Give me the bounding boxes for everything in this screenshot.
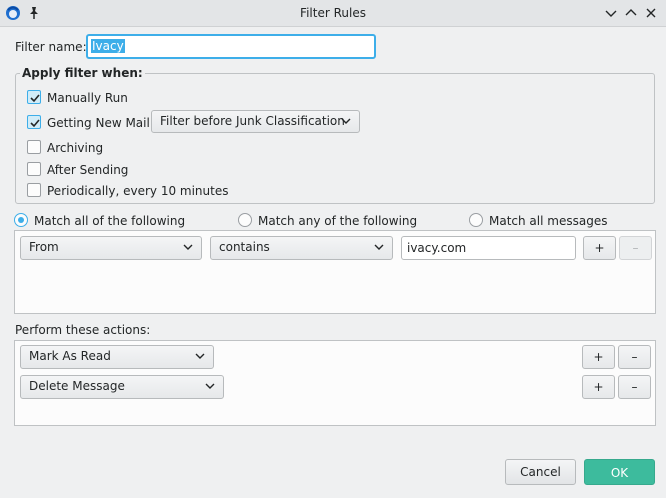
action-value-2: Delete Message bbox=[29, 379, 125, 393]
chevron-down-icon bbox=[205, 383, 215, 389]
junk-timing-value: Filter before Junk Classification bbox=[160, 114, 345, 128]
junk-timing-select[interactable]: Filter before Junk Classification bbox=[151, 110, 360, 133]
chevron-down-icon bbox=[183, 244, 193, 250]
actions-list: Mark As Read + – Delete Message + – bbox=[14, 340, 656, 426]
archiving-checkbox[interactable] bbox=[27, 140, 41, 154]
rule-field-select[interactable]: From bbox=[20, 236, 202, 260]
title-bar: Filter Rules bbox=[0, 0, 666, 27]
new-mail-checkbox[interactable] bbox=[27, 115, 41, 129]
after-sending-label: After Sending bbox=[47, 163, 129, 177]
filter-name-input[interactable]: Ivacy bbox=[86, 34, 376, 59]
chevron-down-icon bbox=[374, 244, 384, 250]
periodically-label: Periodically, every 10 minutes bbox=[47, 184, 229, 198]
chevron-down-icon bbox=[341, 118, 351, 124]
actions-label: Perform these actions: bbox=[15, 323, 151, 337]
maximize-button[interactable] bbox=[623, 5, 639, 21]
rule-value-input[interactable]: ivacy.com bbox=[401, 236, 576, 260]
match-all-messages-label: Match all messages bbox=[489, 214, 608, 228]
match-all-radio[interactable] bbox=[14, 213, 28, 227]
rules-list: From contains ivacy.com + – bbox=[14, 230, 656, 314]
remove-rule-button[interactable]: – bbox=[619, 236, 652, 260]
check-icon bbox=[30, 94, 40, 103]
close-button[interactable] bbox=[643, 5, 659, 21]
chevron-down-icon bbox=[605, 10, 617, 17]
archiving-label: Archiving bbox=[47, 141, 104, 155]
cancel-button[interactable]: Cancel bbox=[505, 459, 576, 485]
after-sending-checkbox[interactable] bbox=[27, 162, 41, 176]
add-rule-button[interactable]: + bbox=[583, 236, 616, 260]
action-select-2[interactable]: Delete Message bbox=[20, 375, 224, 399]
match-any-radio[interactable] bbox=[238, 213, 252, 227]
apply-filter-title: Apply filter when: bbox=[20, 66, 145, 80]
manually-run-label: Manually Run bbox=[47, 91, 128, 105]
remove-action-button-1[interactable]: – bbox=[618, 345, 651, 369]
chevron-up-icon bbox=[625, 9, 637, 16]
match-any-label: Match any of the following bbox=[258, 214, 418, 228]
manually-run-checkbox[interactable] bbox=[27, 90, 41, 104]
filter-name-value: Ivacy bbox=[91, 39, 125, 53]
match-all-label: Match all of the following bbox=[34, 214, 186, 228]
add-action-button-2[interactable]: + bbox=[582, 375, 615, 399]
ok-button[interactable]: OK bbox=[584, 459, 655, 485]
chevron-down-icon bbox=[195, 353, 205, 359]
window-title: Filter Rules bbox=[300, 6, 366, 20]
match-all-messages-radio[interactable] bbox=[469, 213, 483, 227]
action-value-1: Mark As Read bbox=[29, 349, 111, 363]
remove-action-button-2[interactable]: – bbox=[618, 375, 651, 399]
rule-operator-value: contains bbox=[219, 240, 270, 254]
close-icon bbox=[646, 8, 656, 18]
rule-value-text: ivacy.com bbox=[407, 241, 467, 255]
add-action-button-1[interactable]: + bbox=[582, 345, 615, 369]
new-mail-label: Getting New Mail: bbox=[47, 116, 154, 130]
minimize-button[interactable] bbox=[603, 5, 619, 21]
rule-operator-select[interactable]: contains bbox=[210, 236, 393, 260]
periodically-checkbox[interactable] bbox=[27, 183, 41, 197]
rule-field-value: From bbox=[29, 240, 59, 254]
filter-name-label: Filter name: bbox=[15, 40, 87, 54]
action-select-1[interactable]: Mark As Read bbox=[20, 345, 214, 369]
check-icon bbox=[30, 119, 40, 128]
